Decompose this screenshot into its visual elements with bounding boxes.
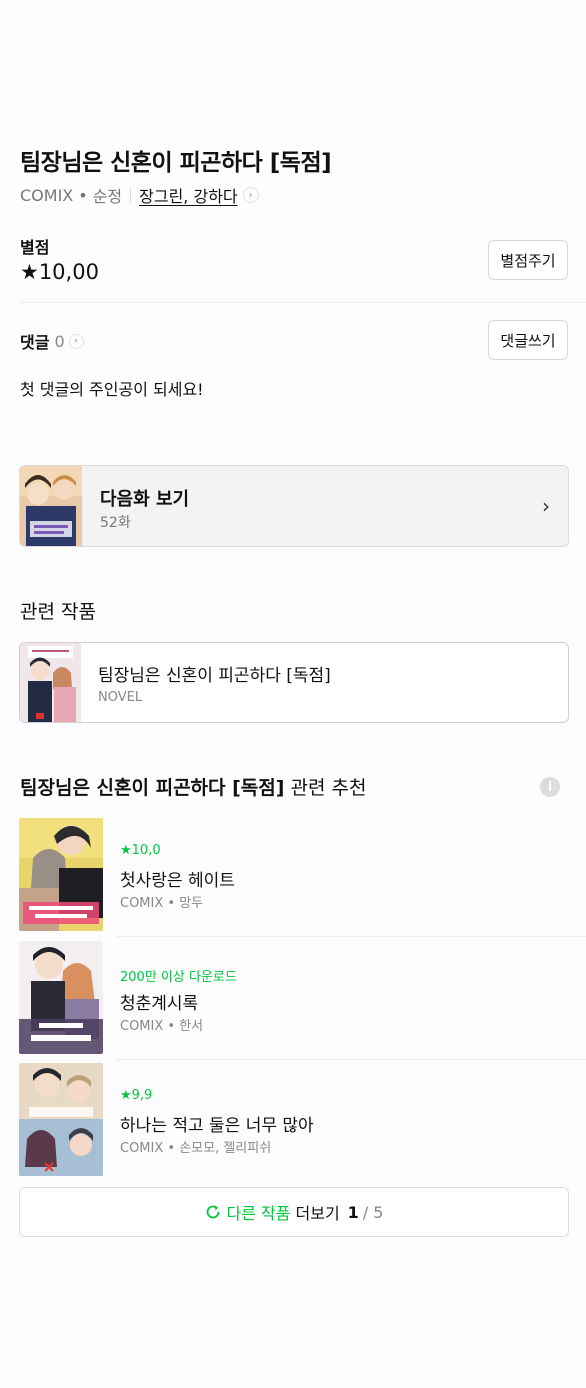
related-work-title: 팀장님은 신혼이 피곤하다 [독점] [98,666,331,686]
recommend-badge: ★9,9 [120,1088,153,1103]
more-works-button[interactable]: 다른 작품 더보기 1 / 5 [19,1187,569,1237]
chevron-right-icon: › [542,494,550,518]
more-label: 더보기 [295,1204,340,1223]
recommend-name: 첫사랑은 헤이트 [120,871,235,891]
recommend-item[interactable]: ★10,0 첫사랑은 헤이트 COMIX • 망두 [0,818,586,937]
recommend-title-work: 팀장님은 신혼이 피곤하다 [독점] [20,777,285,799]
meta-dot: • [78,185,88,205]
recommend-sub: COMIX • 한서 [120,1019,204,1034]
rate-button[interactable]: 별점주기 [488,240,568,280]
comments-empty-message: 첫 댓글의 주인공이 되세요! [20,380,204,399]
recommend-item[interactable]: ★9,9 하나는 적고 둘은 너무 많아 COMIX • 손모모, 젤리피쉬 [0,1063,586,1176]
comments-header[interactable]: 댓글 0 › [20,329,84,353]
work-genre: 순정 [92,187,123,206]
divider [20,302,586,303]
recommend-divider [116,936,586,937]
refresh-icon [205,1204,221,1220]
related-work-thumbnail [20,643,81,722]
page-current: 1 [347,1202,359,1222]
author-link[interactable]: 장그린, 강하다 [139,183,238,207]
recommend-thumbnail [19,1063,103,1176]
comments-count: 0 [54,331,65,351]
recommend-thumbnail [19,818,103,931]
recommend-thumbnail [19,941,103,1054]
recommend-item[interactable]: 200만 이상 다운로드 청춘계시록 COMIX • 한서 [0,941,586,1060]
recommend-sub: COMIX • 손모모, 젤리피쉬 [120,1141,272,1156]
recommend-badge: ★10,0 [120,843,161,858]
recommend-sub: COMIX • 망두 [120,896,204,911]
recommend-badge: 200만 이상 다운로드 [120,970,237,985]
meta-separator [130,188,132,202]
work-type: COMIX [20,185,74,205]
related-work-type: NOVEL [98,690,143,705]
next-episode-thumbnail [20,466,82,546]
recommend-title-suffix: 관련 추천 [284,777,367,799]
comments-chevron-icon: › [68,333,84,349]
work-meta: COMIX • 순정 장그린, 강하다 › [20,183,259,207]
info-icon[interactable]: i [540,777,560,797]
page-title: 팀장님은 신혼이 피곤하다 [독점] [20,150,332,176]
next-episode-number: 52화 [100,515,131,531]
rating-label: 별점 [20,238,50,257]
more-works-label: 다른 작품 [226,1204,291,1223]
rating-value: ★10,00 [20,260,99,284]
recommend-title: 팀장님은 신혼이 피곤하다 [독점] 관련 추천 [20,773,366,800]
page: 팀장님은 신혼이 피곤하다 [독점] COMIX • 순정 장그린, 강하다 ›… [0,0,586,1388]
related-work-card[interactable]: 팀장님은 신혼이 피곤하다 [독점] NOVEL [19,642,569,723]
next-episode-title: 다음화 보기 [100,489,190,510]
recommend-name: 하나는 적고 둘은 너무 많아 [120,1116,314,1136]
author-chevron-icon[interactable]: › [242,187,259,203]
write-comment-button[interactable]: 댓글쓰기 [488,320,568,360]
page-total: / 5 [362,1202,384,1222]
comments-label: 댓글 [20,333,50,352]
recommend-divider [116,1059,586,1060]
next-episode-card[interactable]: 다음화 보기 52화 › [19,465,569,547]
related-section-title: 관련 작품 [20,601,96,623]
recommend-name: 청춘계시록 [120,994,199,1014]
